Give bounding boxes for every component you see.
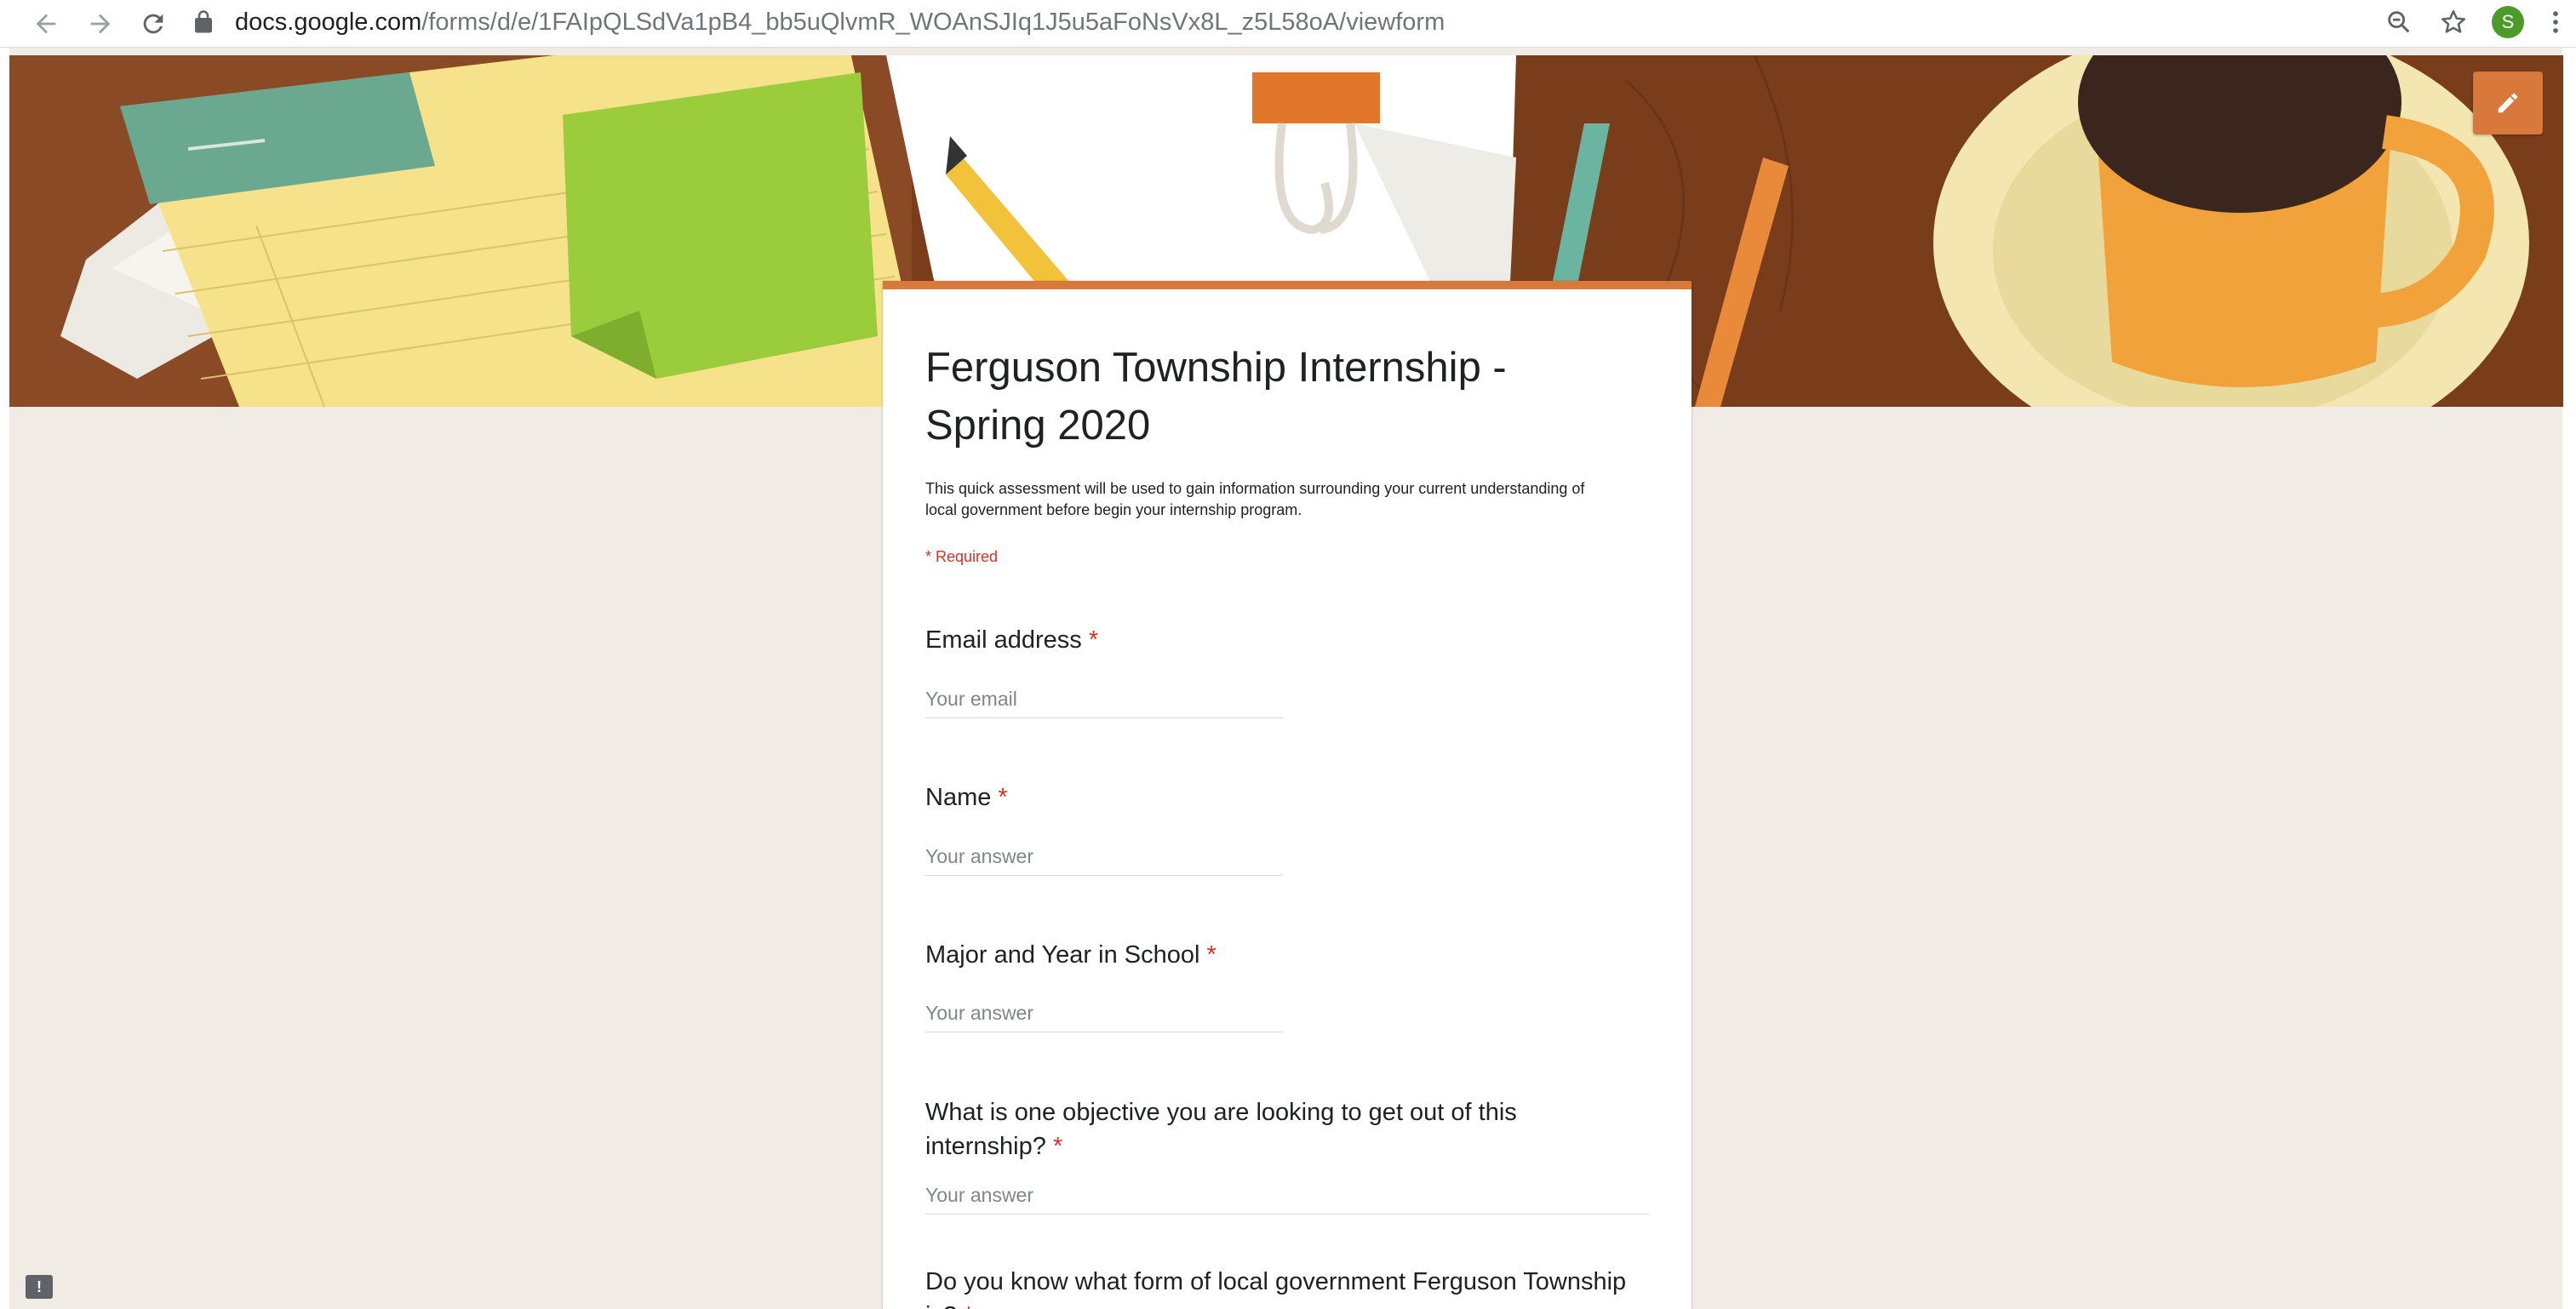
reload-icon	[143, 14, 163, 34]
back-button[interactable]	[26, 3, 66, 44]
question-text: Email address	[925, 626, 1082, 654]
question-text-line2: is?	[925, 1302, 957, 1309]
question-email-label: Email address *	[925, 623, 1657, 657]
lock-icon	[195, 10, 212, 33]
question-government-label: Do you know what form of local governmen…	[925, 1265, 1657, 1309]
feedback-icon: !	[37, 1278, 42, 1295]
forward-button[interactable]	[80, 3, 121, 44]
form-description: This quick assessment will be used to ga…	[925, 478, 1657, 521]
form-title: Ferguson Township Internship - Spring 20…	[925, 339, 1623, 454]
question-text-line2: internship?	[925, 1133, 1046, 1160]
edit-form-button[interactable]	[2473, 71, 2543, 134]
email-field[interactable]	[925, 681, 1283, 717]
question-major-label: Major and Year in School *	[925, 938, 1657, 972]
forward-arrow-icon	[90, 14, 111, 34]
name-field-wrapper	[925, 838, 1283, 876]
question-text: Name	[925, 784, 992, 811]
form-description-line1: This quick assessment will be used to ga…	[925, 480, 1585, 497]
email-field-wrapper	[925, 681, 1283, 718]
back-arrow-icon	[36, 14, 56, 34]
address-bar[interactable]: docs.google.com/forms/d/e/1FAIpQLSdVa1pB…	[191, 0, 2421, 44]
bookmark-button[interactable]	[2426, 0, 2481, 44]
reload-button[interactable]	[133, 3, 174, 44]
url-host: docs.google.com	[235, 8, 422, 36]
form-title-line1: Ferguson Township Internship -	[925, 345, 1507, 391]
more-vert-icon	[2553, 11, 2558, 33]
window-edge-right	[2562, 48, 2576, 1309]
star-icon	[2441, 9, 2466, 33]
avatar: S	[2492, 6, 2524, 38]
required-star: *	[964, 1302, 973, 1309]
question-text-line1: What is one objective you are looking to…	[925, 1099, 1517, 1126]
zoom-button[interactable]	[2372, 0, 2426, 44]
form-card: Ferguson Township Internship - Spring 20…	[883, 281, 1692, 1309]
zoom-out-icon	[2388, 11, 2410, 33]
question-text: Major and Year in School	[925, 941, 1200, 969]
question-objective-label: What is one objective you are looking to…	[925, 1095, 1657, 1163]
form-title-line2: Spring 2020	[925, 403, 1151, 449]
form-description-line2: local government before begin your inter…	[925, 501, 1302, 518]
required-star: *	[1052, 1133, 1063, 1160]
profile-button[interactable]: S	[2481, 0, 2535, 44]
name-field[interactable]	[925, 838, 1283, 874]
menu-button[interactable]	[2535, 0, 2576, 44]
pencil-icon	[2498, 93, 2518, 113]
question-name-label: Name *	[925, 780, 1657, 815]
feedback-button[interactable]: !	[26, 1275, 53, 1299]
url-text: docs.google.com/forms/d/e/1FAIpQLSdVa1pB…	[235, 9, 1445, 37]
toolbar-actions: S	[2372, 0, 2576, 44]
url-path: /forms/d/e/1FAIpQLSdVa1pB4_bb5uQlvmR_WOA…	[421, 8, 1445, 36]
window-edge-left	[0, 48, 9, 1309]
major-year-field[interactable]	[925, 995, 1283, 1031]
objective-field-wrapper	[925, 1177, 1649, 1215]
required-star: *	[1206, 941, 1216, 969]
required-star: *	[1088, 626, 1099, 654]
required-star: *	[998, 784, 1008, 811]
objective-field[interactable]	[925, 1177, 1649, 1213]
question-text-line1: Do you know what form of local governmen…	[925, 1268, 1627, 1295]
major-field-wrapper	[925, 995, 1283, 1032]
required-note: * Required	[925, 548, 999, 565]
browser-toolbar: docs.google.com/forms/d/e/1FAIpQLSdVa1pB…	[0, 0, 2576, 48]
